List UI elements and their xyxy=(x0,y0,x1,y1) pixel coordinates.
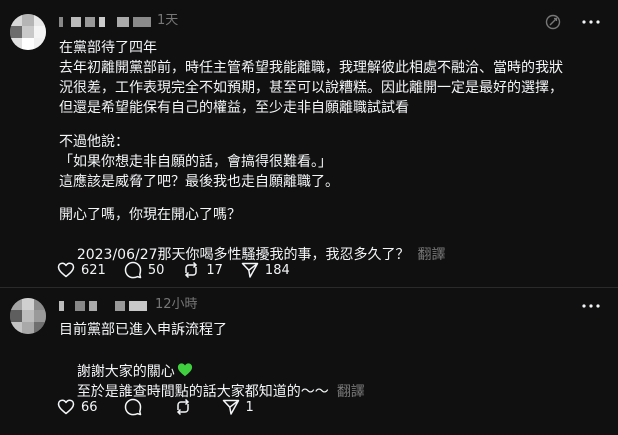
heart-icon xyxy=(57,262,75,278)
main-post: 1天 在黨部待了四年 去年初離開黨部前，時任主管希望我能離職，我理解彼此相處不融… xyxy=(0,0,618,287)
post-paragraph-1: 在黨部待了四年 去年初離開黨部前，時任主管希望我能離職，我理解彼此相處不融洽、當… xyxy=(59,40,563,116)
repost-button[interactable] xyxy=(174,398,198,416)
post-actions: 621 50 17 184 xyxy=(57,258,308,282)
post-time: 1天 xyxy=(157,13,179,28)
more-dots-icon[interactable] xyxy=(582,20,600,24)
avatar[interactable] xyxy=(10,298,46,334)
share-button[interactable]: 184 xyxy=(241,261,290,279)
heart-icon xyxy=(57,399,75,415)
share-count: 1 xyxy=(245,399,254,415)
like-button[interactable]: 66 xyxy=(57,398,98,416)
repost-icon xyxy=(185,261,198,279)
username-blurred[interactable] xyxy=(59,299,153,313)
username-blurred[interactable] xyxy=(59,15,155,29)
send-icon xyxy=(241,262,259,278)
post-paragraph-3: 開心了嗎，你現在開心了嗎？ xyxy=(59,207,241,223)
avatar[interactable] xyxy=(10,14,46,50)
comment-button[interactable]: 50 xyxy=(124,261,165,279)
like-count: 621 xyxy=(81,262,106,278)
comment-bubble-icon xyxy=(124,261,142,279)
reply-time: 12小時 xyxy=(155,297,198,312)
translate-link[interactable]: 翻譯 xyxy=(418,247,446,263)
share-button[interactable]: 1 xyxy=(222,398,254,416)
post-paragraph-2: 不過他說： 「如果你想走非自願的話，會搞得很難看。」 這應該是威脅了吧？最後我也… xyxy=(59,134,339,190)
repost-button[interactable]: 17 xyxy=(182,261,223,279)
reply-post: 12小時 目前黨部已進入申訴流程了 謝謝大家的關心 至於是誰查時間點的話大家都知… xyxy=(0,288,618,435)
like-count: 66 xyxy=(81,399,98,415)
reply-line-1: 目前黨部已進入申訴流程了 xyxy=(59,322,227,338)
send-icon xyxy=(222,399,239,415)
comment-bubble-icon xyxy=(124,398,141,416)
reply-actions: 66 1 xyxy=(57,395,272,419)
translate-link[interactable]: 翻譯 xyxy=(337,384,365,400)
threads-edit-icon[interactable] xyxy=(545,14,561,30)
like-button[interactable]: 621 xyxy=(57,261,106,279)
share-count: 184 xyxy=(264,262,290,278)
more-dots-icon[interactable] xyxy=(582,304,600,308)
repost-icon xyxy=(176,398,189,416)
comment-count: 50 xyxy=(147,262,165,278)
comment-button[interactable] xyxy=(124,398,148,416)
repost-count: 17 xyxy=(206,262,223,278)
